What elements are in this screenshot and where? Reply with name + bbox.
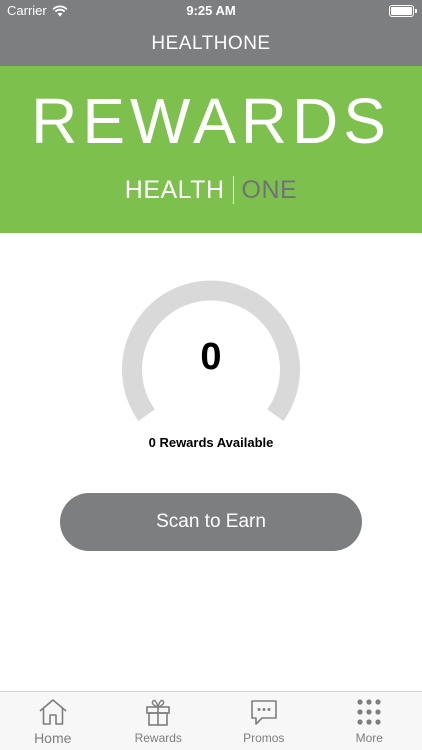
rewards-count: 0	[200, 336, 222, 378]
tab-rewards-label: Rewards	[134, 731, 182, 745]
chat-bubble-icon	[250, 700, 277, 725]
status-time: 9:25 AM	[186, 3, 236, 18]
brand-divider	[232, 176, 234, 204]
tab-home-label: Home	[34, 730, 72, 746]
nav-bar: HEALTHONE	[0, 22, 422, 66]
nav-title: HEALTHONE	[151, 33, 271, 54]
battery-icon	[389, 5, 417, 17]
tab-rewards[interactable]: Rewards	[106, 692, 212, 750]
tab-promos-label: Promos	[243, 731, 285, 745]
rewards-available-label: 0 Rewards Available	[148, 435, 274, 450]
tab-bar: Home Rewards Promos More	[0, 691, 422, 750]
tab-more-label: More	[355, 731, 383, 745]
status-bar: Carrier 9:25 AM	[0, 0, 422, 22]
gift-icon	[146, 699, 171, 726]
tab-promos[interactable]: Promos	[211, 692, 317, 750]
tab-home[interactable]: Home	[0, 692, 106, 750]
brand-one: ONE	[241, 176, 298, 204]
banner-title: REWARDS	[31, 85, 391, 157]
brand-health: HEALTH	[124, 176, 225, 204]
grid-dots-icon	[357, 699, 381, 725]
home-icon	[39, 699, 67, 725]
scan-to-earn-button[interactable]: Scan to Earn	[60, 493, 362, 551]
rewards-banner: REWARDS HEALTH ONE	[0, 66, 422, 233]
brand-logo: HEALTH ONE	[0, 174, 422, 206]
tab-more[interactable]: More	[317, 692, 422, 750]
